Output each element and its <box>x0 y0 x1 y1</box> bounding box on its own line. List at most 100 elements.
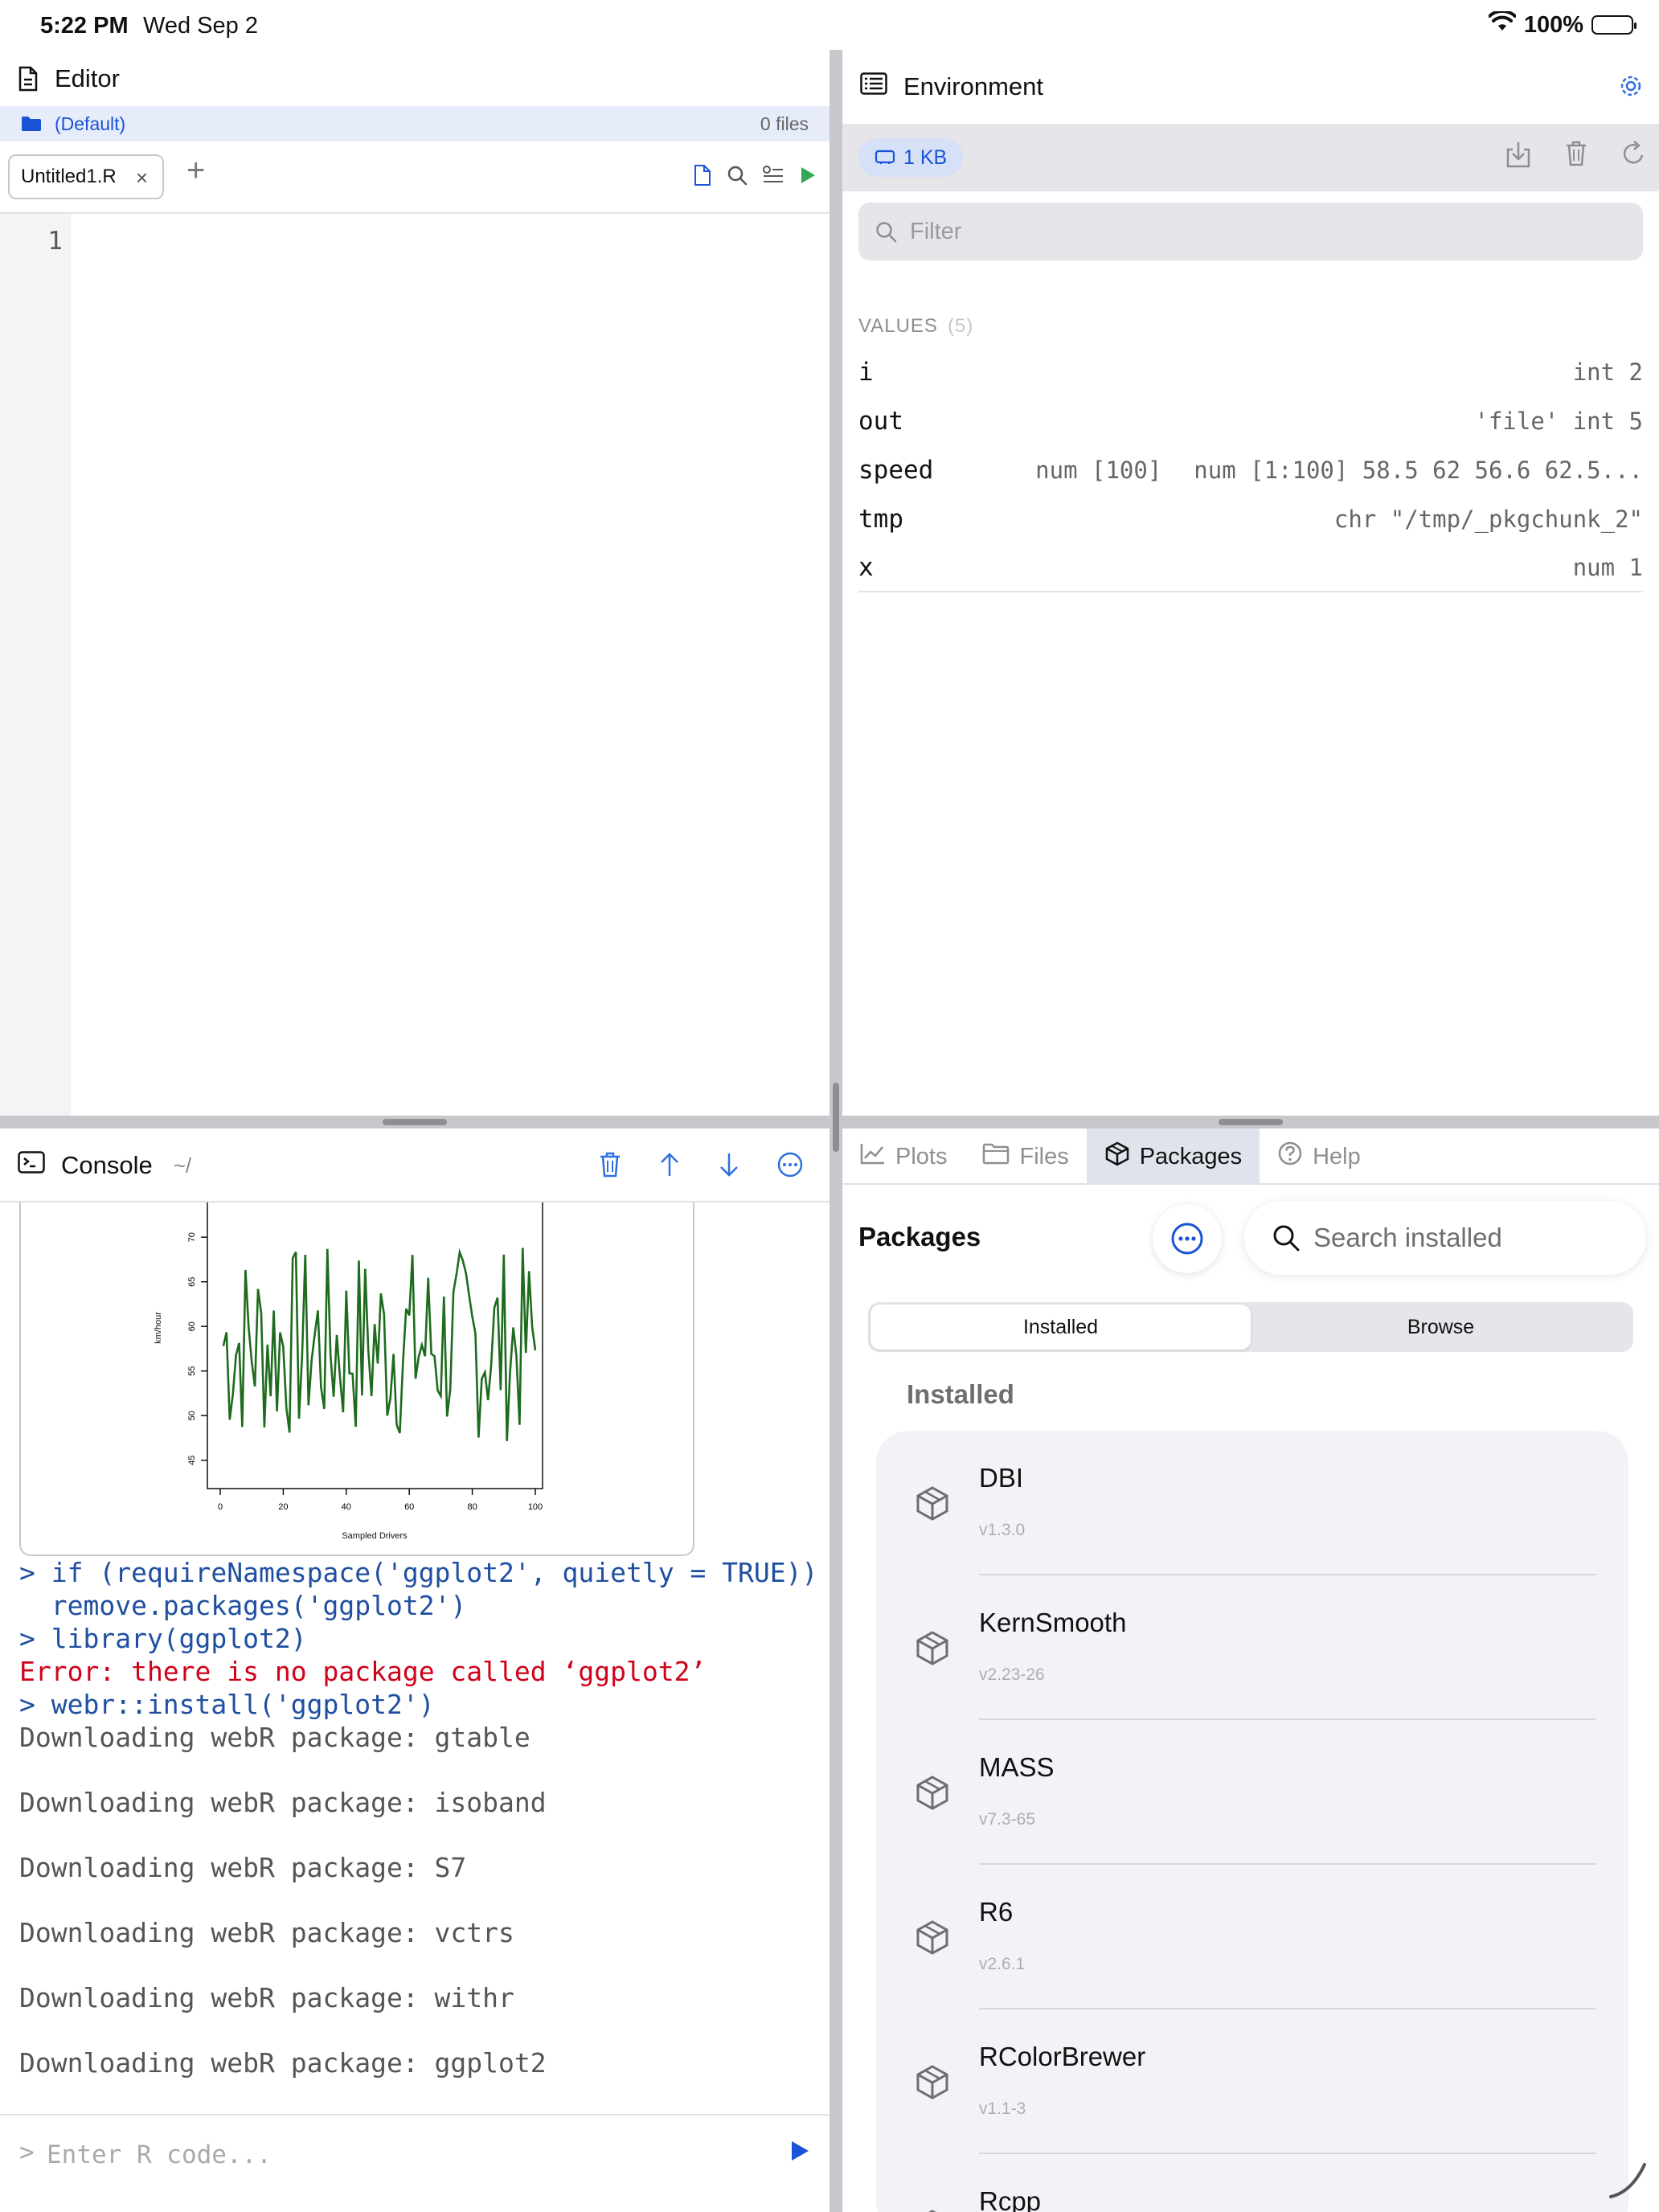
console-toolbar <box>598 1151 804 1182</box>
env-value-row[interactable]: tmp chr "/tmp/_pkgchunk_2" <box>858 494 1643 543</box>
env-value-summary: num [1:100] 58.5 62 56.6 62.5... <box>1194 456 1643 484</box>
env-value-summary: chr "/tmp/_pkgchunk_2" <box>1333 505 1643 533</box>
package-version: v1.3.0 <box>979 1521 1026 1539</box>
new-file-icon[interactable] <box>693 164 712 190</box>
split-handle[interactable] <box>383 1119 447 1125</box>
cube-icon <box>1104 1141 1130 1173</box>
status-indicators: 100% <box>1487 9 1636 39</box>
package-version: v2.23-26 <box>979 1665 1045 1684</box>
environment-filter <box>858 203 1643 260</box>
tab-files[interactable]: Files <box>965 1129 1086 1185</box>
package-row[interactable]: R6 v2.6.1 <box>876 1865 1628 2009</box>
tab-packages[interactable]: Packages <box>1086 1129 1260 1185</box>
filter-input[interactable] <box>910 214 1617 249</box>
editor-tab-bar: Untitled1.R × + <box>0 141 830 214</box>
package-version: v1.1-3 <box>979 2099 1026 2118</box>
gear-icon[interactable] <box>1617 72 1645 104</box>
package-name: R6 <box>979 1897 1014 1927</box>
status-date: Wed Sep 2 <box>143 13 258 39</box>
memory-badge: 1 KB <box>858 138 964 177</box>
search-icon[interactable] <box>727 165 748 190</box>
import-icon[interactable] <box>1505 140 1532 173</box>
package-row[interactable]: Rcpp <box>876 2154 1628 2212</box>
package-row[interactable]: RColorBrewer v1.1-3 <box>876 2009 1628 2154</box>
refresh-icon[interactable] <box>1620 140 1646 173</box>
search-icon <box>1272 1223 1301 1256</box>
values-list: i int 2 out 'file' int 5 speed num [100] num [… <box>858 347 1643 592</box>
status-time: 5:22 PM <box>40 13 129 39</box>
env-value-row[interactable]: x num 1 <box>858 543 1643 592</box>
env-value-row[interactable]: i int 2 <box>858 347 1643 396</box>
more-options-icon[interactable] <box>776 1151 804 1182</box>
package-name: DBI <box>979 1463 1024 1493</box>
console-prompt: > <box>19 2138 35 2167</box>
run-icon[interactable] <box>789 2140 810 2166</box>
arrow-down-icon[interactable] <box>717 1151 741 1182</box>
split-handle[interactable] <box>1219 1119 1283 1125</box>
plot-xtick-label: 0 <box>218 1502 223 1512</box>
folder-icon <box>21 116 42 136</box>
console-pane: 0 20 40 60 80 100 45 50 55 60 65 70 Sampled Driver… <box>0 1129 830 2212</box>
console-line-error: Error: there is no package called ‘ggplo… <box>19 1656 707 1687</box>
packages-more-button[interactable] <box>1153 1204 1222 1273</box>
format-list-icon[interactable] <box>762 165 784 190</box>
run-icon[interactable] <box>799 166 817 189</box>
package-name: MASS <box>979 1752 1055 1782</box>
console-line-input: > library(ggplot2) <box>19 1623 307 1654</box>
line-number: 1 <box>47 227 63 256</box>
terminal-icon <box>18 1151 45 1180</box>
plot-ytick-label: 65 <box>187 1277 197 1287</box>
console-line-output: Downloading webR package: ggplot2 <box>19 2047 547 2079</box>
package-cube-icon <box>913 1628 952 1671</box>
environment-title: Environment <box>903 72 1044 100</box>
project-name[interactable]: (Default) <box>55 113 125 135</box>
values-section-header: VALUES (5) <box>858 315 973 338</box>
environment-actions <box>1505 140 1646 173</box>
console-path: ~/ <box>173 1153 192 1178</box>
status-bar: 5:22 PM Wed Sep 2 100% <box>0 0 1659 50</box>
memory-size: 1 KB <box>903 145 948 169</box>
trash-icon[interactable] <box>598 1151 622 1182</box>
close-icon[interactable]: × <box>136 166 148 190</box>
package-row[interactable]: MASS v7.3-65 <box>876 1720 1628 1865</box>
tab-plots[interactable]: Plots <box>842 1129 965 1185</box>
segment-installed[interactable]: Installed <box>870 1305 1251 1350</box>
package-cube-icon <box>913 2207 952 2212</box>
package-search-input[interactable] <box>1313 1219 1627 1257</box>
trash-icon[interactable] <box>1564 140 1588 173</box>
tab-label: Plots <box>895 1143 948 1169</box>
tab-help[interactable]: Help <box>1260 1129 1378 1185</box>
split-handle[interactable] <box>833 1083 839 1152</box>
bottom-tab-bar: Plots Files Packages Help <box>842 1129 1659 1185</box>
packages-panel: Plots Files Packages Help Packages Installe… <box>842 1129 1659 2212</box>
line-number-gutter: 1 <box>0 214 71 1116</box>
left-split-divider[interactable] <box>0 1116 830 1129</box>
code-area[interactable] <box>71 214 830 1116</box>
env-value-info: num [100] <box>1035 456 1162 484</box>
env-value-row[interactable]: out 'file' int 5 <box>858 396 1643 445</box>
installed-package-list: DBI v1.3.0 KernSmooth v2.23-26 MASS v7.3-65 R6… <box>876 1431 1628 2212</box>
editor-header: Editor <box>18 64 120 93</box>
env-value-row[interactable]: speed num [100] num [1:100] 58.5 62 56.6 6… <box>858 445 1643 494</box>
arrow-up-icon[interactable] <box>657 1151 682 1182</box>
env-value-summary: int 2 <box>1572 358 1643 386</box>
plot-xtick-label: 20 <box>278 1502 288 1512</box>
tab-untitled1[interactable]: Untitled1.R × <box>8 154 164 199</box>
pencil-scribble-icon[interactable] <box>1608 2160 1648 2204</box>
values-label: VALUES <box>858 315 938 337</box>
vertical-split-divider[interactable] <box>830 50 842 2212</box>
add-tab-button[interactable]: + <box>186 153 205 189</box>
env-value-name: out <box>858 406 903 436</box>
right-split-divider[interactable] <box>842 1116 1659 1129</box>
plot-ytick-label: 45 <box>187 1456 197 1465</box>
tab-label: Help <box>1313 1143 1361 1169</box>
packages-segmented-control: Installed Browse <box>868 1302 1633 1352</box>
segment-browse[interactable]: Browse <box>1251 1305 1631 1350</box>
environment-header: Environment <box>860 72 1043 101</box>
package-row[interactable]: DBI v1.3.0 <box>876 1431 1628 1575</box>
speed-line-plot: 0 20 40 60 80 100 45 50 55 60 65 70 Sampled Driver… <box>154 1193 543 1541</box>
console-input[interactable] <box>47 2135 754 2175</box>
console-line-input: > if (requireNamespace('ggplot2', quietl… <box>19 1557 818 1588</box>
package-row[interactable]: KernSmooth v2.23-26 <box>876 1575 1628 1720</box>
project-bar[interactable]: (Default) 0 files <box>0 106 830 141</box>
